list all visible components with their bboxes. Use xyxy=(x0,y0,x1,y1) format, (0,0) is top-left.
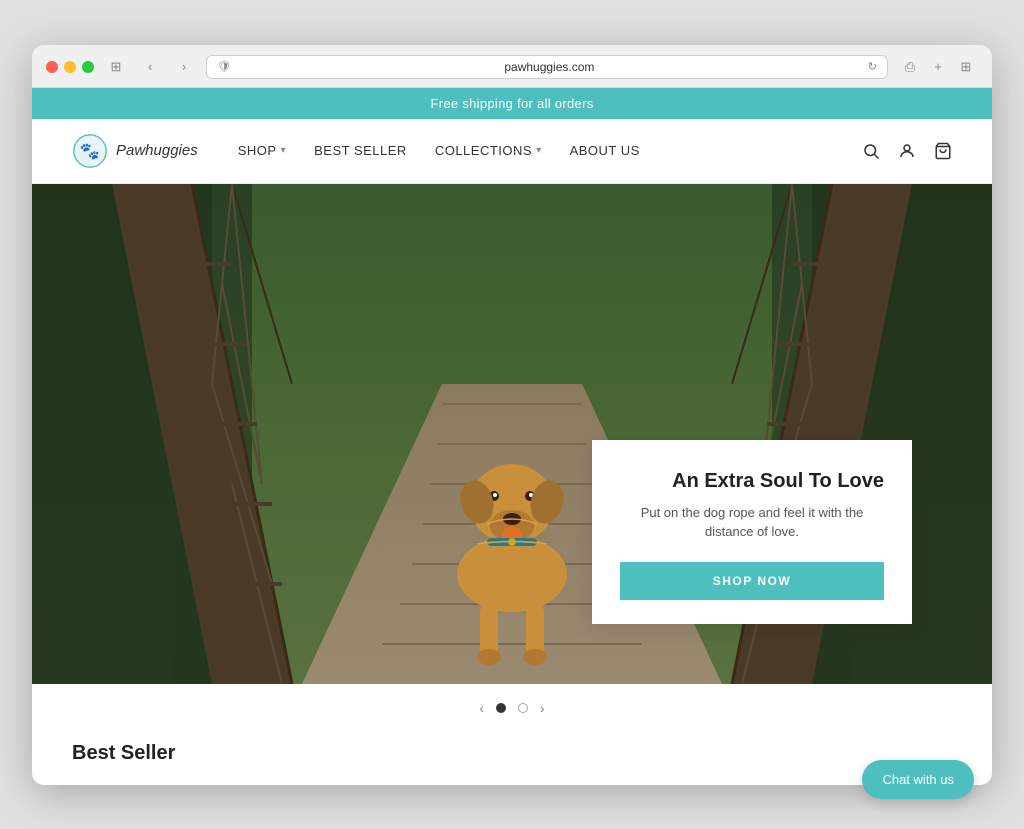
refresh-icon[interactable]: ↻ xyxy=(868,60,877,73)
announcement-text: Free shipping for all orders xyxy=(430,96,593,111)
search-button[interactable] xyxy=(862,142,880,160)
carousel-dot-2[interactable] xyxy=(518,703,528,713)
collections-chevron-icon: ▾ xyxy=(536,145,542,156)
url-text: pawhuggies.com xyxy=(237,60,862,74)
carousel-dot-1[interactable] xyxy=(496,703,506,713)
logo[interactable]: 🐾 Pawhuggies xyxy=(72,133,198,169)
share-icon[interactable]: ⎙ xyxy=(898,55,922,79)
announcement-bar: Free shipping for all orders xyxy=(32,88,992,119)
best-seller-section: Best Seller xyxy=(32,732,992,785)
traffic-lights xyxy=(46,61,94,73)
logo-icon: 🐾 xyxy=(72,133,108,169)
best-seller-title: Best Seller xyxy=(72,742,952,765)
nav-icons xyxy=(862,142,952,160)
shield-icon: 🛡 xyxy=(217,60,231,73)
account-button[interactable] xyxy=(898,142,916,160)
search-icon xyxy=(862,142,880,160)
nav-links: SHOP ▾ BEST SELLER COLLECTIONS ▾ ABOUT U… xyxy=(238,143,862,158)
browser-actions: ⎙ + ⊞ xyxy=(898,55,978,79)
carousel-next-button[interactable]: › xyxy=(540,700,545,716)
browser-window: ⊞ ‹ › 🛡 pawhuggies.com ↻ ⎙ + ⊞ Free ship… xyxy=(32,45,992,785)
hero-card: An Extra Soul To Love Put on the dog rop… xyxy=(592,440,912,624)
nav-collections[interactable]: COLLECTIONS ▾ xyxy=(435,143,542,158)
shop-now-button[interactable]: SHOP NOW xyxy=(620,562,884,600)
cart-button[interactable] xyxy=(934,142,952,160)
account-icon xyxy=(898,142,916,160)
shop-chevron-icon: ▾ xyxy=(281,145,287,156)
close-button[interactable] xyxy=(46,61,58,73)
cart-icon xyxy=(934,142,952,160)
minimize-button[interactable] xyxy=(64,61,76,73)
svg-text:🐾: 🐾 xyxy=(80,142,100,160)
logo-text: Pawhuggies xyxy=(116,142,198,159)
chat-widget[interactable]: Chat with us xyxy=(862,760,974,799)
window-grid-icon[interactable]: ⊞ xyxy=(104,55,128,79)
url-bar[interactable]: 🛡 pawhuggies.com ↻ xyxy=(206,55,888,79)
add-tab-icon[interactable]: + xyxy=(926,55,950,79)
back-button[interactable]: ‹ xyxy=(138,55,162,79)
nav-about-us[interactable]: ABOUT US xyxy=(570,143,640,158)
nav-shop[interactable]: SHOP ▾ xyxy=(238,143,286,158)
hero-section: An Extra Soul To Love Put on the dog rop… xyxy=(32,184,992,684)
navbar: 🐾 Pawhuggies SHOP ▾ BEST SELLER COLLECTI… xyxy=(32,119,992,184)
carousel-prev-button[interactable]: ‹ xyxy=(479,700,484,716)
chat-widget-label: Chat with us xyxy=(882,772,954,787)
hero-card-title: An Extra Soul To Love xyxy=(620,470,884,493)
grid-view-icon[interactable]: ⊞ xyxy=(954,55,978,79)
hero-card-subtitle: Put on the dog rope and feel it with the… xyxy=(620,503,884,542)
nav-best-seller[interactable]: BEST SELLER xyxy=(314,143,407,158)
browser-chrome: ⊞ ‹ › 🛡 pawhuggies.com ↻ ⎙ + ⊞ xyxy=(32,45,992,88)
maximize-button[interactable] xyxy=(82,61,94,73)
carousel-controls: ‹ › xyxy=(32,684,992,732)
forward-button[interactable]: › xyxy=(172,55,196,79)
